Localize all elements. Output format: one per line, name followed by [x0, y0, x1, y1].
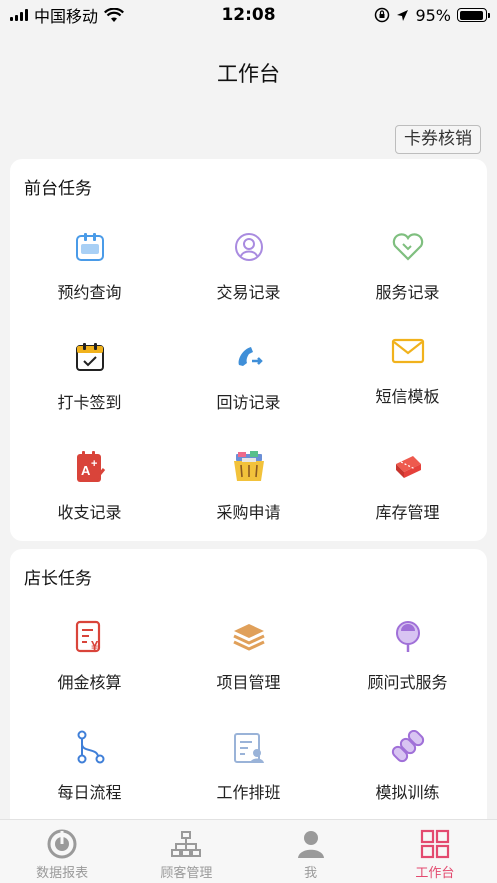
tab-customer-management[interactable]: 顾客管理: [124, 820, 248, 883]
status-left: 中国移动: [10, 3, 124, 27]
tab-me[interactable]: 我: [249, 820, 373, 883]
signal-icon: [10, 9, 28, 21]
menu-item-consultant-service[interactable]: 顾问式服务: [328, 605, 487, 715]
menu-item-purchase-request[interactable]: 采购申请: [169, 435, 328, 545]
svg-text:¥: ¥: [91, 638, 99, 653]
menu-item-label: 工作排班: [216, 783, 281, 802]
menu-item-work-schedule[interactable]: 工作排班: [169, 715, 328, 825]
front-desk-section: 前台任务 预约查询 交易记录 服务记录 打卡签到 回访记录 短信模板 A + 收…: [10, 159, 487, 541]
user-support-icon: [231, 229, 267, 265]
menu-item-callback-records[interactable]: 回访记录: [169, 325, 328, 435]
battery-fill: [459, 10, 484, 20]
layers-icon: [231, 619, 267, 655]
phone-callback-icon: [231, 339, 267, 375]
section-title: 店长任务: [24, 569, 92, 589]
status-bar: 中国移动 12:08 95%: [0, 0, 497, 30]
menu-item-label: 交易记录: [216, 283, 281, 302]
section-title: 前台任务: [24, 179, 92, 199]
menu-item-daily-process[interactable]: 每日流程: [10, 715, 169, 825]
menu-item-label: 短信模板: [375, 387, 440, 406]
consultant-pin-icon: [390, 619, 426, 655]
inventory-box-icon: [390, 449, 426, 485]
commission-document-icon: ¥: [72, 619, 108, 655]
training-icon: [390, 729, 426, 765]
carrier-label: 中国移动: [34, 7, 99, 26]
tab-label: 数据报表: [36, 866, 89, 881]
menu-item-check-in[interactable]: 打卡签到: [10, 325, 169, 435]
shopping-basket-icon: [231, 449, 267, 485]
menu-item-label: 库存管理: [375, 503, 440, 522]
checkin-icon: [72, 339, 108, 375]
menu-item-appointment-query[interactable]: 预约查询: [10, 215, 169, 325]
grid-icon: [419, 828, 451, 860]
calendar-icon: [72, 229, 108, 265]
battery-label: 95%: [415, 5, 451, 25]
tab-workbench[interactable]: 工作台: [373, 820, 497, 883]
menu-item-income-expense[interactable]: A + 收支记录: [10, 435, 169, 545]
menu-item-sms-templates[interactable]: 短信模板: [328, 325, 487, 435]
menu-item-commission-accounting[interactable]: ¥ 佣金核算: [10, 605, 169, 715]
tab-label: 顾客管理: [160, 866, 213, 881]
menu-item-inventory[interactable]: 库存管理: [328, 435, 487, 545]
front-desk-grid: 预约查询 交易记录 服务记录 打卡签到 回访记录 短信模板 A + 收支记录 采…: [10, 215, 487, 545]
manager-section: 店长任务 ¥ 佣金核算 项目管理 顾问式服务 每日流程 工作排班 模拟训练: [10, 549, 487, 819]
battery-icon: [457, 8, 490, 22]
envelope-icon: [390, 333, 426, 369]
wifi-icon: [104, 7, 124, 22]
report-icon: [46, 828, 78, 860]
menu-item-project-management[interactable]: 项目管理: [169, 605, 328, 715]
coupon-redeem-button[interactable]: 卡券核销: [395, 125, 481, 154]
menu-item-transaction-records[interactable]: 交易记录: [169, 215, 328, 325]
tab-label: 工作台: [415, 866, 455, 881]
menu-item-label: 服务记录: [375, 283, 440, 302]
org-chart-icon: [170, 828, 202, 860]
svg-text:A: A: [81, 463, 91, 478]
menu-item-label: 回访记录: [216, 393, 281, 412]
schedule-icon: [231, 729, 267, 765]
page-title: 工作台: [217, 62, 280, 86]
ledger-icon: A +: [72, 449, 108, 485]
person-icon: [295, 828, 327, 860]
menu-item-label: 收支记录: [57, 503, 122, 522]
heart-icon: [390, 229, 426, 265]
orientation-lock-icon: [375, 7, 390, 23]
status-right: 95%: [374, 5, 490, 25]
location-icon: [397, 9, 409, 21]
tab-label: 我: [304, 866, 318, 881]
menu-item-service-records[interactable]: 服务记录: [328, 215, 487, 325]
menu-item-label: 每日流程: [57, 783, 122, 802]
menu-item-label: 佣金核算: [57, 673, 122, 692]
bottom-tab-bar: 数据报表 顾客管理 我 工作台: [0, 819, 497, 883]
menu-item-simulation-training[interactable]: 模拟训练: [328, 715, 487, 825]
menu-item-label: 项目管理: [216, 673, 281, 692]
menu-item-label: 顾问式服务: [367, 673, 448, 692]
menu-item-label: 模拟训练: [375, 783, 440, 802]
manager-grid: ¥ 佣金核算 项目管理 顾问式服务 每日流程 工作排班 模拟训练: [10, 605, 487, 825]
tab-data-reports[interactable]: 数据报表: [0, 820, 124, 883]
menu-item-label: 采购申请: [216, 503, 281, 522]
menu-item-label: 打卡签到: [57, 393, 122, 412]
flow-icon: [72, 729, 108, 765]
svg-text:+: +: [91, 458, 97, 470]
menu-item-label: 预约查询: [57, 283, 122, 302]
